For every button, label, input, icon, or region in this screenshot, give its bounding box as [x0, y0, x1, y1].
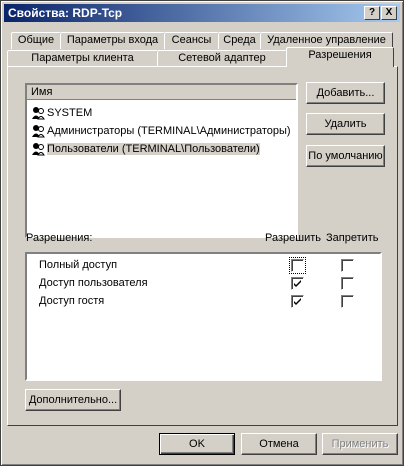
tab-sessions[interactable]: Сеансы [164, 32, 219, 49]
properties-dialog: Свойства: RDP-Tcp ? X Общие Параметры вх… [0, 0, 404, 466]
tab-network-adapter[interactable]: Сетевой адаптер [157, 50, 287, 67]
user-group-icon [32, 107, 45, 120]
deny-checkbox-guest-access[interactable] [341, 295, 354, 308]
ok-button[interactable]: OK [159, 433, 235, 455]
permission-row-full-access[interactable]: Полный доступ [39, 256, 117, 274]
apply-button[interactable]: Применить [322, 433, 398, 455]
permission-label: Доступ гостя [39, 295, 105, 307]
permissions-label: Разрешения: [26, 232, 93, 244]
permission-row-guest-access[interactable]: Доступ гостя [39, 292, 104, 310]
user-group-icon [32, 125, 45, 138]
checkmark-icon [294, 298, 301, 305]
user-item-users[interactable]: Пользователи (TERMINAL\Пользователи) [29, 140, 260, 158]
tab-client-settings[interactable]: Параметры клиента [7, 50, 158, 67]
user-item-administrators[interactable]: Администраторы (TERMINAL\Администраторы) [29, 122, 291, 140]
user-group-icon [32, 143, 45, 156]
cancel-button[interactable]: Отмена [241, 433, 317, 455]
close-button[interactable]: X [381, 6, 397, 20]
advanced-button[interactable]: Дополнительно... [25, 389, 121, 411]
users-list[interactable]: Имя SYSTEM Администраторы (TERMINAL\Адми… [25, 83, 298, 238]
permission-label: Доступ пользователя [39, 277, 148, 289]
user-item-label: Администраторы (TERMINAL\Администраторы) [47, 125, 291, 137]
deny-column-header: Запретить [326, 232, 379, 244]
tab-environment[interactable]: Среда [218, 32, 261, 49]
tab-general[interactable]: Общие [11, 32, 61, 49]
default-button[interactable]: По умолчанию [306, 145, 385, 167]
add-button[interactable]: Добавить... [306, 82, 385, 104]
permission-row-user-access[interactable]: Доступ пользователя [39, 274, 148, 292]
user-item-label: SYSTEM [47, 107, 93, 119]
checkmark-icon [294, 280, 301, 287]
deny-checkbox-full-access[interactable] [341, 259, 354, 272]
permissions-panel: Имя SYSTEM Администраторы (TERMINAL\Адми… [7, 66, 398, 426]
deny-checkbox-user-access[interactable] [341, 277, 354, 290]
tab-logon-settings[interactable]: Параметры входа [60, 32, 165, 49]
user-item-label: Пользователи (TERMINAL\Пользователи) [47, 143, 260, 155]
permission-label: Полный доступ [39, 259, 118, 271]
title-bar[interactable]: Свойства: RDP-Tcp ? X [4, 4, 400, 22]
help-button[interactable]: ? [364, 6, 380, 20]
tab-permissions[interactable]: Разрешения [286, 47, 394, 67]
column-header-name[interactable]: Имя [27, 85, 296, 100]
remove-button[interactable]: Удалить [306, 113, 385, 135]
window-title: Свойства: RDP-Tcp [8, 6, 123, 20]
allow-checkbox-guest-access[interactable] [291, 295, 304, 308]
allow-checkbox-user-access[interactable] [291, 277, 304, 290]
permissions-list[interactable]: Полный доступ Доступ пользователя Доступ… [25, 252, 382, 381]
allow-column-header: Разрешить [265, 232, 321, 244]
allow-checkbox-full-access[interactable] [291, 259, 304, 272]
user-item-system[interactable]: SYSTEM [29, 104, 92, 122]
